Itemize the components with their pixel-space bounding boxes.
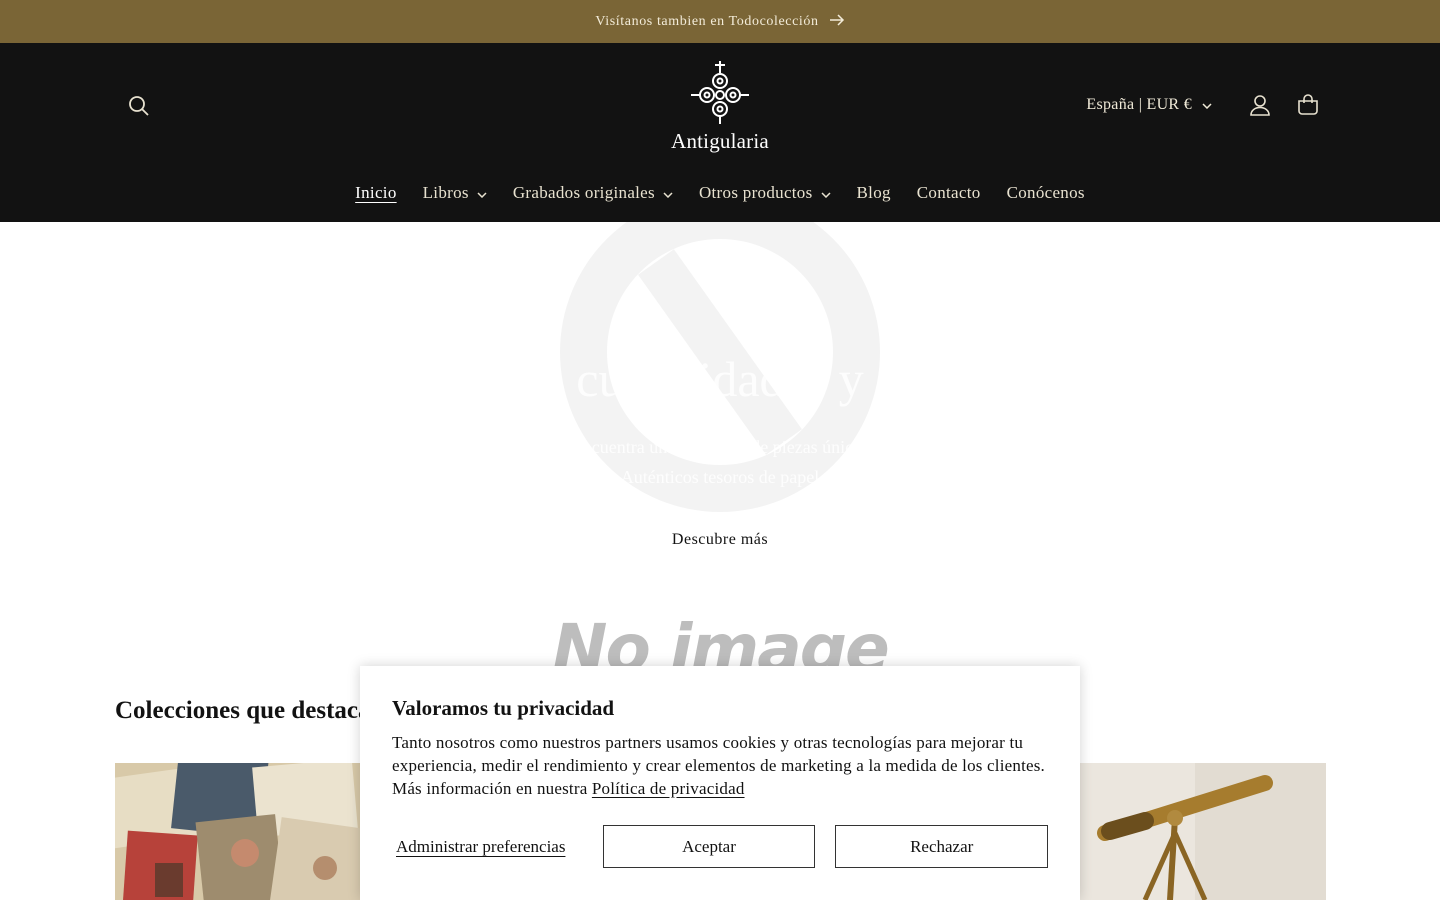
search-button[interactable] <box>120 87 158 125</box>
cookie-consent-banner: Valoramos tu privacidad Tanto nosotros c… <box>360 666 1080 900</box>
user-icon <box>1250 95 1270 116</box>
reject-button[interactable]: Rechazar <box>835 825 1049 868</box>
privacy-policy-link[interactable]: Política de privacidad <box>592 779 745 798</box>
no-image-placeholder: No image <box>552 610 890 672</box>
chevron-down-icon <box>1202 96 1212 114</box>
search-icon <box>129 96 149 116</box>
manage-preferences-button[interactable]: Administrar preferencias <box>392 837 603 857</box>
cart-icon <box>1298 94 1318 115</box>
discover-more-button[interactable]: Descubre más <box>630 515 810 565</box>
nav-item-grabados[interactable]: Grabados originales <box>500 183 686 203</box>
nav-item-blog[interactable]: Blog <box>844 183 904 203</box>
chevron-down-icon <box>477 183 487 203</box>
collection-card-image[interactable] <box>1075 763 1326 900</box>
logo-text: Antigularia <box>671 129 769 153</box>
nav-item-conocenos[interactable]: Conócenos <box>994 183 1098 203</box>
collection-card-image[interactable] <box>115 763 365 900</box>
country-selector[interactable]: España | EUR € <box>1086 96 1212 114</box>
announcement-text[interactable]: Visítanos tambien en Todocolección <box>595 14 818 30</box>
cookie-title: Valoramos tu privacidad <box>392 696 615 720</box>
nav-item-inicio[interactable]: Inicio <box>342 183 409 203</box>
chevron-down-icon <box>821 183 831 203</box>
hero-subtitle: Encuentra una selección de piezas únicas… <box>571 437 869 487</box>
cart-button[interactable] <box>1288 85 1328 125</box>
nav-item-otros-productos[interactable]: Otros productos <box>686 183 844 203</box>
hero-title: Antigularia: curiosidades y documentos <box>322 351 1118 407</box>
cookie-text: Tanto nosotros como nuestros partners us… <box>392 733 1046 798</box>
main-nav: Inicio Libros Grabados originales Otros … <box>0 183 1440 203</box>
logo-emblem-icon <box>691 61 749 124</box>
nav-item-libros[interactable]: Libros <box>410 183 500 203</box>
site-logo[interactable]: Antigularia <box>650 59 790 154</box>
account-button[interactable] <box>1240 85 1280 125</box>
country-selector-label: España | EUR € <box>1086 96 1192 113</box>
magazines-collage-image <box>115 763 365 900</box>
arrow-right-icon <box>829 13 845 31</box>
hero-banner: Antigularia: curiosidades y documentos E… <box>0 222 1440 582</box>
telescope-image <box>1075 763 1326 900</box>
site-header: Antigularia España | EUR € Inicio Libros… <box>0 43 1440 222</box>
accept-button[interactable]: Aceptar <box>602 825 816 868</box>
chevron-down-icon <box>663 183 673 203</box>
nav-item-contacto[interactable]: Contacto <box>904 183 994 203</box>
announcement-bar[interactable]: Visítanos tambien en Todocolección <box>0 0 1440 43</box>
